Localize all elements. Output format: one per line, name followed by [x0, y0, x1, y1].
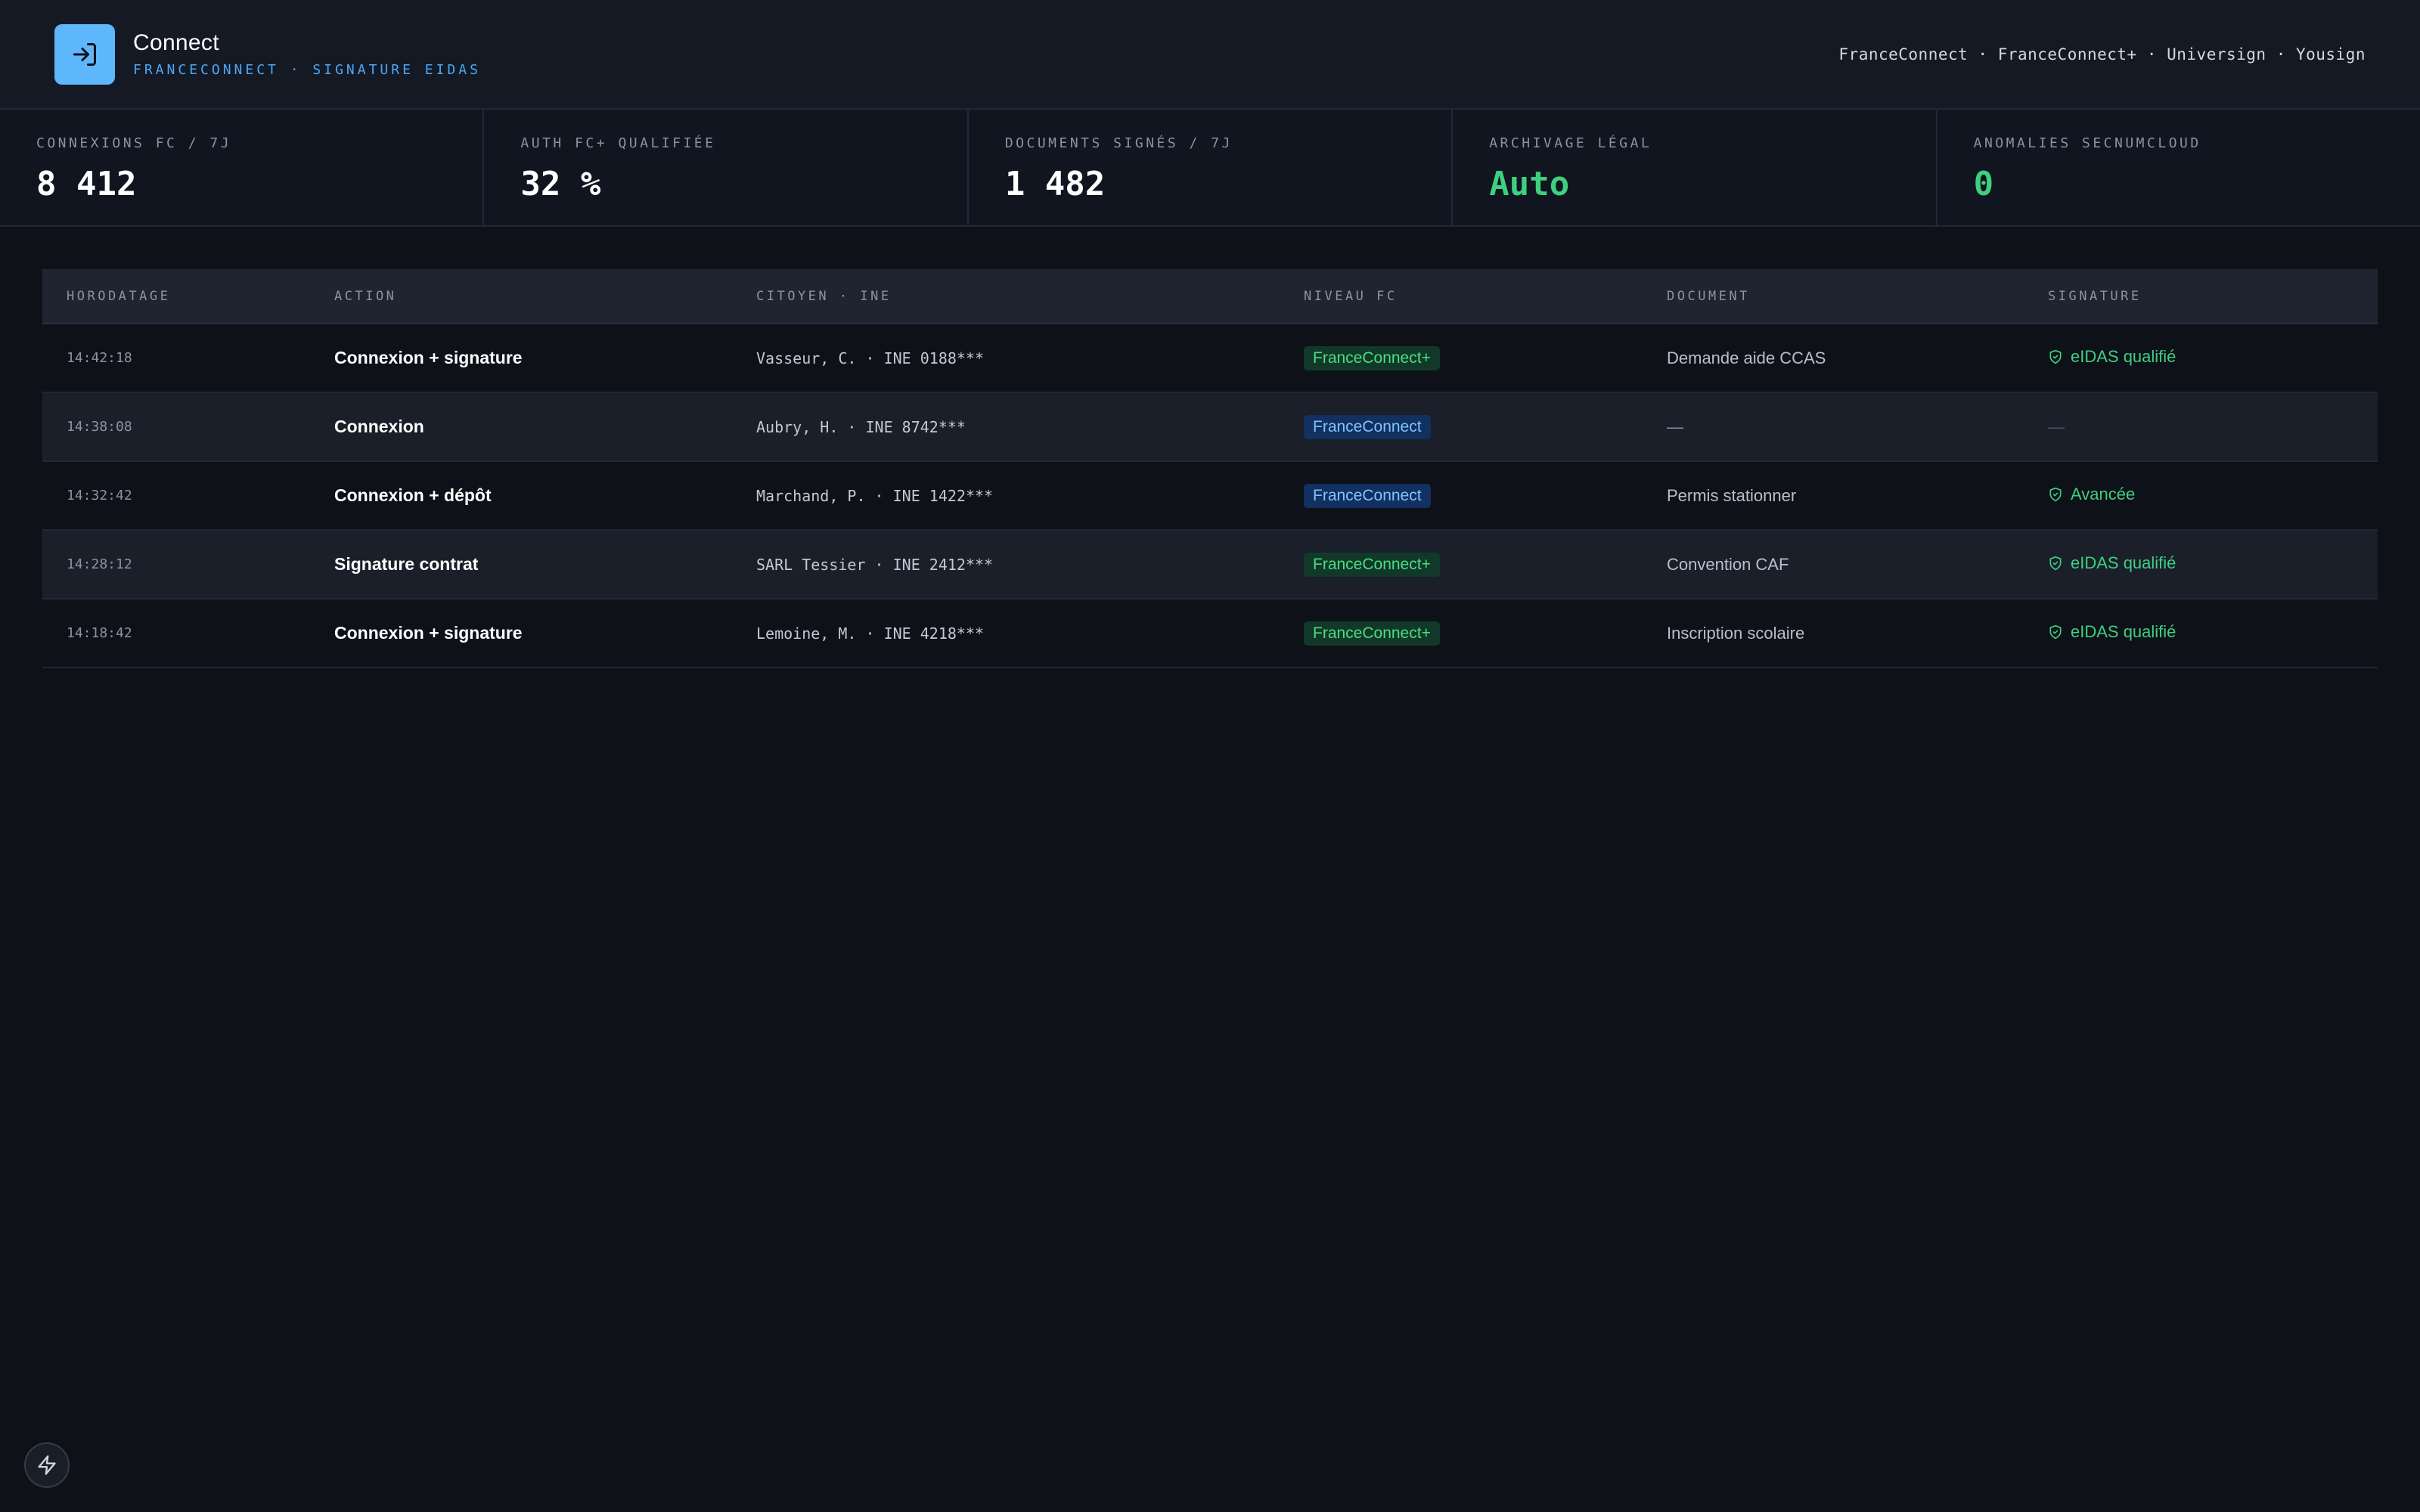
cell-level: FranceConnect+ [1304, 599, 1667, 668]
cell-citizen: Lemoine, M. · INE 4218*** [756, 599, 1304, 668]
cell-document: Inscription scolaire [1667, 599, 2048, 668]
cell-signature: — [2048, 392, 2378, 462]
shield-check-icon [2049, 349, 2062, 364]
level-badge: FranceConnect [1304, 414, 1431, 439]
cell-level: FranceConnect [1304, 392, 1667, 462]
cell-signature: Avancée [2048, 461, 2378, 531]
cell-action: Connexion [334, 392, 756, 462]
level-badge: FranceConnect+ [1304, 621, 1440, 646]
level-badge: FranceConnect+ [1304, 552, 1440, 577]
kpi-value: Auto [1489, 165, 1570, 203]
provider-list: FranceConnect · FranceConnect+ · Univers… [1838, 45, 2366, 64]
table-row[interactable]: 14:38:08 Connexion Aubry, H. · INE 8742*… [42, 392, 2378, 462]
cell-time: 14:18:42 [42, 599, 334, 668]
cell-document: Demande aide CCAS [1667, 324, 2048, 393]
audit-table: HORODATAGE ACTION CITOYEN · INE NIVEAU F… [42, 269, 2378, 668]
shield-check-icon [2049, 556, 2062, 571]
table-row[interactable]: 14:28:12 Signature contrat SARL Tessier … [42, 530, 2378, 600]
cell-signature: eIDAS qualifié [2048, 324, 2378, 393]
kpi-value: 32 % [520, 165, 601, 203]
kpi-anomalies: ANOMALIES SECNUMCLOUD 0 [1938, 110, 2420, 225]
table-row[interactable]: 14:42:18 Connexion + signature Vasseur, … [42, 324, 2378, 393]
kpi-value: 8 412 [36, 165, 137, 203]
cell-citizen: SARL Tessier · INE 2412*** [756, 530, 1304, 600]
kpi-value: 1 482 [1004, 165, 1106, 203]
signature-label: — [2048, 417, 2065, 436]
brand: Connect FRANCECONNECT · SIGNATURE EIDAS [54, 23, 481, 85]
signature-status: Avancée [2048, 485, 2135, 504]
column-header-citoyen[interactable]: CITOYEN · INE [756, 269, 1304, 324]
kpi-label: CONNEXIONS FC / 7J [36, 135, 232, 151]
cell-action: Connexion + signature [334, 599, 756, 668]
cell-time: 14:28:12 [42, 530, 334, 600]
kpi-bar: CONNEXIONS FC / 7J 8 412 AUTH FC+ QUALIF… [0, 110, 2420, 227]
cell-document: Permis stationner [1667, 461, 2048, 531]
kpi-label: ARCHIVAGE LÉGAL [1489, 135, 1652, 151]
shield-check-icon [2049, 487, 2062, 502]
app-logo[interactable] [54, 23, 115, 85]
audit-table-container: HORODATAGE ACTION CITOYEN · INE NIVEAU F… [42, 269, 2378, 668]
cell-level: FranceConnect [1304, 461, 1667, 531]
table-row[interactable]: 14:18:42 Connexion + signature Lemoine, … [42, 599, 2378, 668]
column-header-document[interactable]: DOCUMENT [1667, 269, 2048, 324]
kpi-archivage: ARCHIVAGE LÉGAL Auto [1453, 110, 1938, 225]
cell-action: Signature contrat [334, 530, 756, 600]
signature-status: eIDAS qualifié [2048, 622, 2176, 642]
kpi-label: AUTH FC+ QUALIFIÉE [520, 135, 716, 151]
cell-signature: eIDAS qualifié [2048, 599, 2378, 668]
signature-status: eIDAS qualifié [2048, 347, 2176, 367]
cell-action: Connexion + dépôt [334, 461, 756, 531]
kpi-label: ANOMALIES SECNUMCLOUD [1973, 135, 2201, 151]
cell-signature: eIDAS qualifié [2048, 530, 2378, 600]
signature-label: Avancée [2071, 485, 2136, 503]
kpi-label: DOCUMENTS SIGNÉS / 7J [1004, 135, 1233, 151]
level-badge: FranceConnect [1304, 483, 1431, 508]
kpi-value: 0 [1973, 165, 1994, 203]
bolt-icon [38, 1455, 56, 1475]
shield-check-icon [2049, 624, 2062, 640]
column-header-signature[interactable]: SIGNATURE [2048, 269, 2378, 324]
cell-action: Connexion + signature [334, 324, 756, 393]
table-header-row: HORODATAGE ACTION CITOYEN · INE NIVEAU F… [42, 269, 2378, 324]
cell-citizen: Aubry, H. · INE 8742*** [756, 392, 1304, 462]
app-title: Connect [133, 30, 219, 55]
quick-action-button[interactable] [24, 1442, 70, 1488]
cell-time: 14:32:42 [42, 461, 334, 531]
signature-label: eIDAS qualifié [2071, 622, 2176, 641]
cell-document: — [1667, 392, 2048, 462]
app-subtitle: FRANCECONNECT · SIGNATURE EIDAS [133, 62, 481, 78]
signature-label: eIDAS qualifié [2071, 553, 2176, 572]
cell-time: 14:42:18 [42, 324, 334, 393]
column-header-action[interactable]: ACTION [334, 269, 756, 324]
kpi-auth-fc-plus: AUTH FC+ QUALIFIÉE 32 % [484, 110, 969, 225]
table-row[interactable]: 14:32:42 Connexion + dépôt Marchand, P. … [42, 461, 2378, 531]
cell-time: 14:38:08 [42, 392, 334, 462]
login-arrow-icon [73, 42, 96, 66]
cell-document: Convention CAF [1667, 530, 2048, 600]
level-badge: FranceConnect+ [1304, 345, 1440, 370]
signature-status: eIDAS qualifié [2048, 553, 2176, 573]
cell-level: FranceConnect+ [1304, 324, 1667, 393]
cell-citizen: Vasseur, C. · INE 0188*** [756, 324, 1304, 393]
kpi-connexions: CONNEXIONS FC / 7J 8 412 [0, 110, 485, 225]
app-header: Connect FRANCECONNECT · SIGNATURE EIDAS … [0, 0, 2420, 110]
cell-level: FranceConnect+ [1304, 530, 1667, 600]
kpi-documents-signes: DOCUMENTS SIGNÉS / 7J 1 482 [969, 110, 1454, 225]
column-header-niveau[interactable]: NIVEAU FC [1304, 269, 1667, 324]
signature-label: eIDAS qualifié [2071, 347, 2176, 366]
cell-citizen: Marchand, P. · INE 1422*** [756, 461, 1304, 531]
column-header-horodatage[interactable]: HORODATAGE [42, 269, 334, 324]
